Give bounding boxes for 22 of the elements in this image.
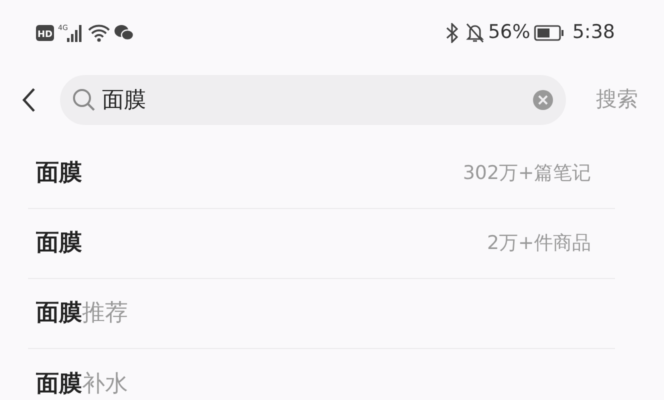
wifi-icon xyxy=(88,24,110,42)
bluetooth-icon xyxy=(446,22,458,42)
search-field[interactable]: 面膜 xyxy=(60,75,566,125)
suggestion-row[interactable]: 面膜推荐 xyxy=(28,279,615,349)
suggestion-text: 面膜补水 xyxy=(35,370,128,399)
suggestion-row[interactable]: 面膜补水 xyxy=(28,349,615,400)
suggestion-row[interactable]: 面膜 302万+篇笔记 xyxy=(28,139,615,209)
battery-icon xyxy=(534,24,564,40)
result-count: 302万+篇笔记 xyxy=(462,161,592,186)
search-icon xyxy=(72,88,96,112)
suggestion-text: 面膜 xyxy=(35,159,82,188)
chat-bubbles-icon xyxy=(114,24,134,41)
suggestion-text: 面膜推荐 xyxy=(35,299,128,328)
back-icon[interactable] xyxy=(22,87,36,113)
bell-off-icon xyxy=(466,22,484,42)
result-count: 2万+件商品 xyxy=(486,231,592,256)
suggestion-row[interactable]: 面膜 2万+件商品 xyxy=(28,209,615,279)
battery-percent: 56% xyxy=(488,20,530,46)
suggestion-text: 面膜 xyxy=(35,229,82,258)
search-input[interactable]: 面膜 xyxy=(96,84,532,116)
clock-time: 5:38 xyxy=(572,20,615,46)
hd-icon: HD xyxy=(36,24,54,40)
